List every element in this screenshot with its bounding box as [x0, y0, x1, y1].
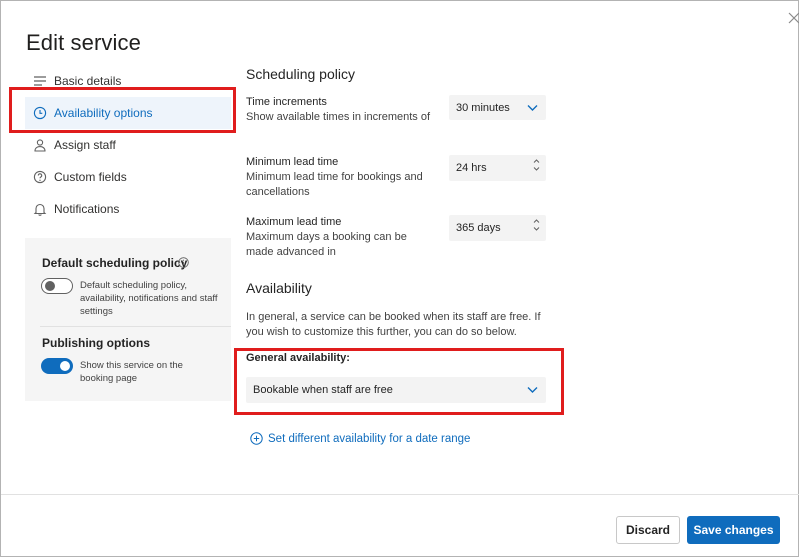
nav-item-basic-details[interactable]: Basic details: [25, 65, 231, 97]
publishing-toggle-desc: Show this service on the booking page: [80, 360, 183, 384]
min-lead-label: Minimum lead time: [246, 156, 339, 168]
nav-item-label: Assign staff: [54, 138, 116, 152]
publishing-options-title: Publishing options: [42, 336, 150, 350]
footer-divider: [1, 494, 799, 495]
nav-item-custom-fields[interactable]: Custom fields: [25, 161, 231, 193]
bell-icon: [33, 202, 47, 216]
clock-icon: [33, 106, 47, 120]
time-increments-value: 30 minutes: [456, 101, 510, 114]
person-icon: [33, 138, 47, 152]
general-availability-value: Bookable when staff are free: [253, 384, 393, 396]
scheduling-policy-title: Scheduling policy: [246, 66, 355, 82]
date-range-link-label: Set different availability for a date ra…: [268, 432, 471, 445]
question-icon: [33, 170, 47, 184]
dialog-title: Edit service: [26, 30, 141, 55]
nav-item-label: Availability options: [54, 106, 153, 120]
save-changes-button[interactable]: Save changes: [687, 516, 780, 544]
max-lead-desc: Maximum days a booking can be made advan…: [246, 231, 407, 258]
chevron-down-icon: [527, 104, 538, 111]
policy-card: Default scheduling policy Default schedu…: [25, 238, 231, 401]
default-policy-toggle[interactable]: [41, 278, 73, 294]
edit-service-dialog: Edit service Basic details Availability …: [0, 0, 799, 557]
chevron-up-icon[interactable]: [533, 217, 540, 225]
info-icon[interactable]: [178, 257, 189, 268]
left-nav: Basic details Availability options Assig…: [25, 65, 231, 225]
time-increments-label: Time increments: [246, 96, 327, 108]
nav-item-assign-staff[interactable]: Assign staff: [25, 129, 231, 161]
close-icon[interactable]: [787, 11, 799, 25]
min-lead-spinner[interactable]: 24 hrs: [449, 155, 546, 181]
nav-item-label: Notifications: [54, 202, 120, 216]
min-lead-desc: Minimum lead time for bookings and cance…: [246, 171, 423, 198]
nav-item-availability-options[interactable]: Availability options: [25, 97, 231, 129]
lines-icon: [33, 74, 47, 88]
nav-item-label: Basic details: [54, 74, 122, 88]
default-policy-toggle-desc: Default scheduling policy, availability,…: [80, 280, 218, 317]
default-scheduling-policy-title: Default scheduling policy: [42, 256, 188, 270]
chevron-down-icon[interactable]: [533, 225, 540, 233]
time-increments-dropdown[interactable]: 30 minutes: [449, 95, 546, 120]
discard-button[interactable]: Discard: [616, 516, 680, 544]
nav-item-notifications[interactable]: Notifications: [25, 193, 231, 225]
max-lead-label: Maximum lead time: [246, 216, 342, 228]
max-lead-value: 365 days: [456, 222, 501, 234]
chevron-down-icon: [527, 387, 538, 393]
nav-item-label: Custom fields: [54, 170, 127, 184]
availability-title: Availability: [246, 280, 312, 296]
spin-buttons[interactable]: [533, 157, 540, 173]
min-lead-value: 24 hrs: [456, 162, 487, 174]
chevron-down-icon[interactable]: [533, 165, 540, 173]
card-divider: [40, 326, 231, 327]
chevron-up-icon[interactable]: [533, 157, 540, 165]
date-range-link[interactable]: Set different availability for a date ra…: [250, 432, 470, 445]
max-lead-spinner[interactable]: 365 days: [449, 215, 546, 241]
general-availability-label: General availability:: [246, 352, 350, 364]
time-increments-desc: Show available times in increments of: [246, 111, 431, 123]
general-availability-dropdown[interactable]: Bookable when staff are free: [246, 377, 546, 403]
publishing-toggle[interactable]: [41, 358, 73, 374]
spin-buttons[interactable]: [533, 217, 540, 233]
availability-desc: In general, a service can be booked when…: [246, 311, 541, 338]
add-circle-icon: [250, 432, 263, 445]
